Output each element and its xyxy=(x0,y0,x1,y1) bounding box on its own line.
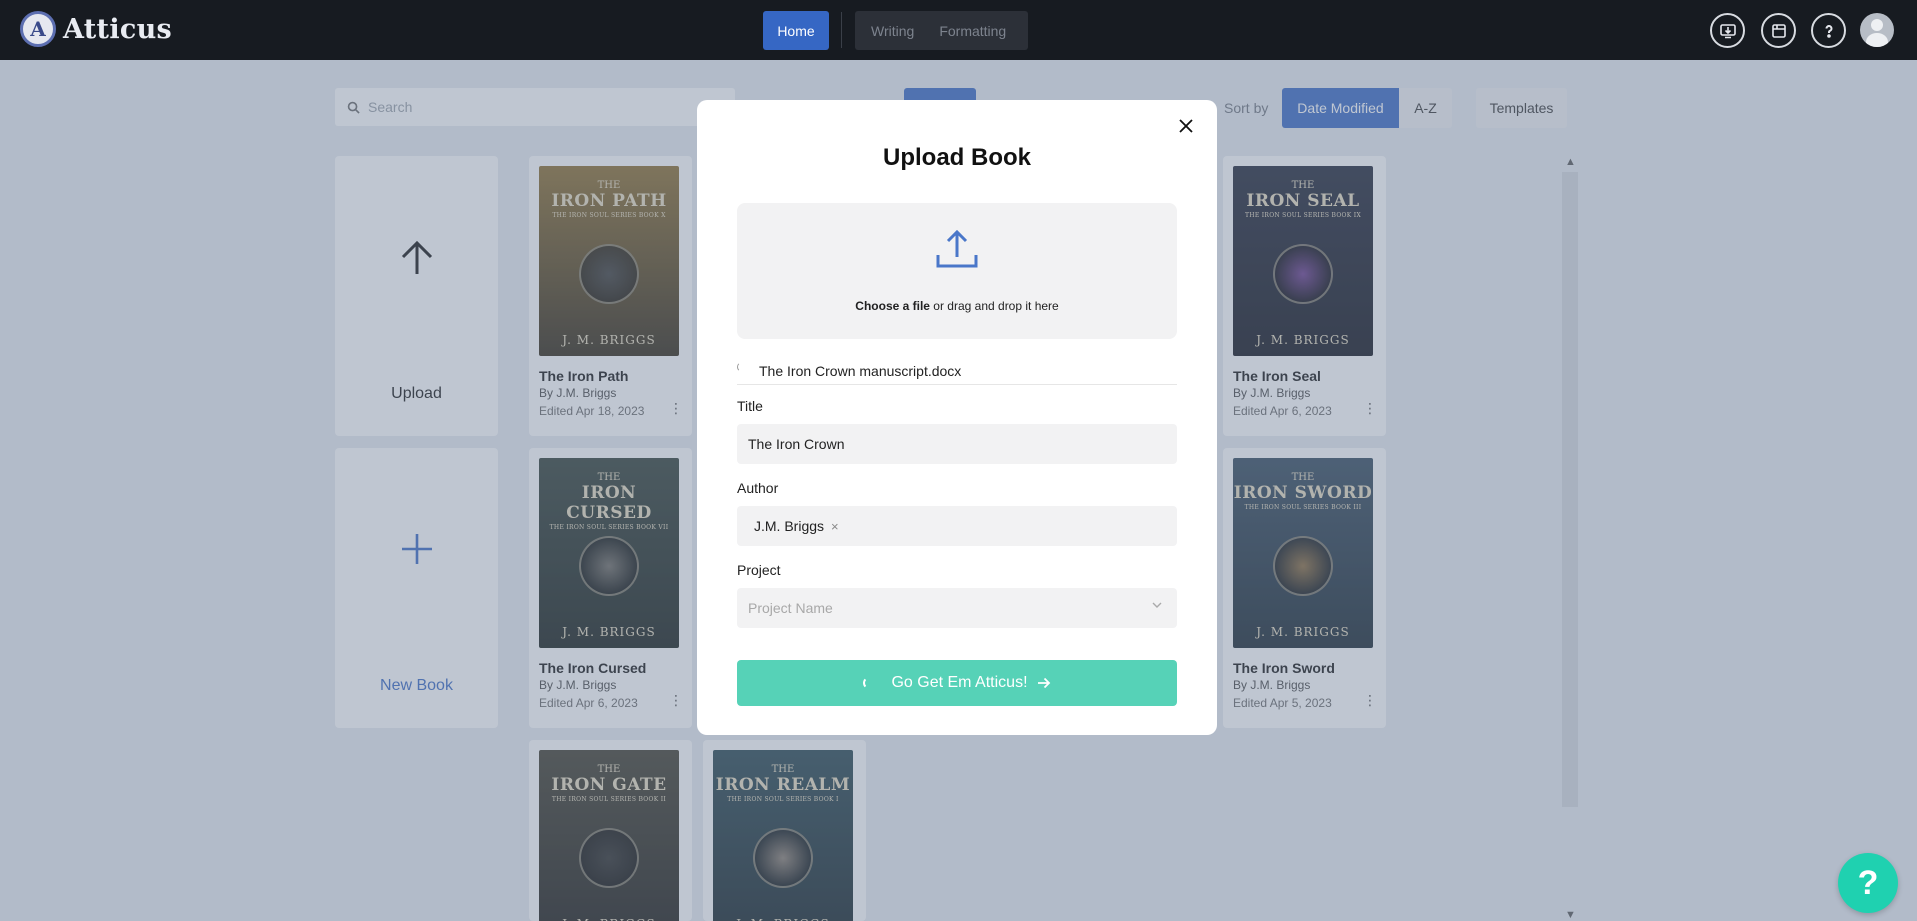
author-tag: J.M. Briggs × xyxy=(743,512,845,540)
button-spinner-icon xyxy=(863,677,875,689)
download-icon[interactable] xyxy=(1710,13,1745,48)
title-label: Title xyxy=(737,398,763,414)
arrow-right-icon xyxy=(1037,677,1050,689)
help-chat-button[interactable]: ? xyxy=(1838,853,1898,913)
loading-spinner-icon xyxy=(737,362,747,372)
user-avatar[interactable] xyxy=(1860,13,1894,47)
nav-divider xyxy=(841,12,842,48)
chevron-down-icon xyxy=(1152,602,1162,608)
submit-upload-button[interactable]: Go Get Em Atticus! xyxy=(737,660,1177,706)
author-input[interactable]: J.M. Briggs × xyxy=(737,506,1177,546)
selected-file-row: The Iron Crown manuscript.docx xyxy=(737,360,1177,385)
submit-label: Go Get Em Atticus! xyxy=(891,674,1028,691)
avatar-body-shape xyxy=(1866,33,1888,47)
project-label: Project xyxy=(737,562,781,578)
top-navigation-bar: A Atticus Home Writing Formatting xyxy=(0,0,1917,60)
remove-author-icon[interactable]: × xyxy=(831,519,839,534)
author-tag-label: J.M. Briggs xyxy=(754,518,825,534)
close-modal-button[interactable] xyxy=(1175,116,1197,138)
nav-writing-tab[interactable]: Writing xyxy=(871,23,914,39)
calendar-icon[interactable] xyxy=(1761,13,1796,48)
dropzone-text: Choose a file or drag and drop it here xyxy=(737,299,1177,313)
author-label: Author xyxy=(737,480,779,496)
project-placeholder: Project Name xyxy=(748,600,833,616)
choose-file-link[interactable]: Choose a file xyxy=(855,299,930,313)
drag-drop-hint: or drag and drop it here xyxy=(929,299,1059,313)
selected-file-name: The Iron Crown manuscript.docx xyxy=(759,363,962,379)
nav-editor-group: Writing Formatting xyxy=(855,11,1028,50)
help-circle-icon[interactable] xyxy=(1811,13,1846,48)
upload-tray-icon xyxy=(936,229,978,268)
title-input[interactable] xyxy=(737,424,1177,464)
nav-formatting-tab[interactable]: Formatting xyxy=(939,23,1006,39)
app-logo[interactable]: A Atticus xyxy=(20,11,172,47)
project-select[interactable]: Project Name xyxy=(737,588,1177,628)
avatar-head-shape xyxy=(1871,19,1883,31)
upload-book-modal: Upload Book Choose a file or drag and dr… xyxy=(697,100,1217,735)
app-name: Atticus xyxy=(63,13,173,45)
atticus-logo-icon: A xyxy=(20,11,56,47)
nav-home-button[interactable]: Home xyxy=(763,11,829,50)
close-icon xyxy=(1179,118,1193,133)
file-dropzone[interactable]: Choose a file or drag and drop it here xyxy=(737,203,1177,339)
modal-title: Upload Book xyxy=(883,144,1031,171)
